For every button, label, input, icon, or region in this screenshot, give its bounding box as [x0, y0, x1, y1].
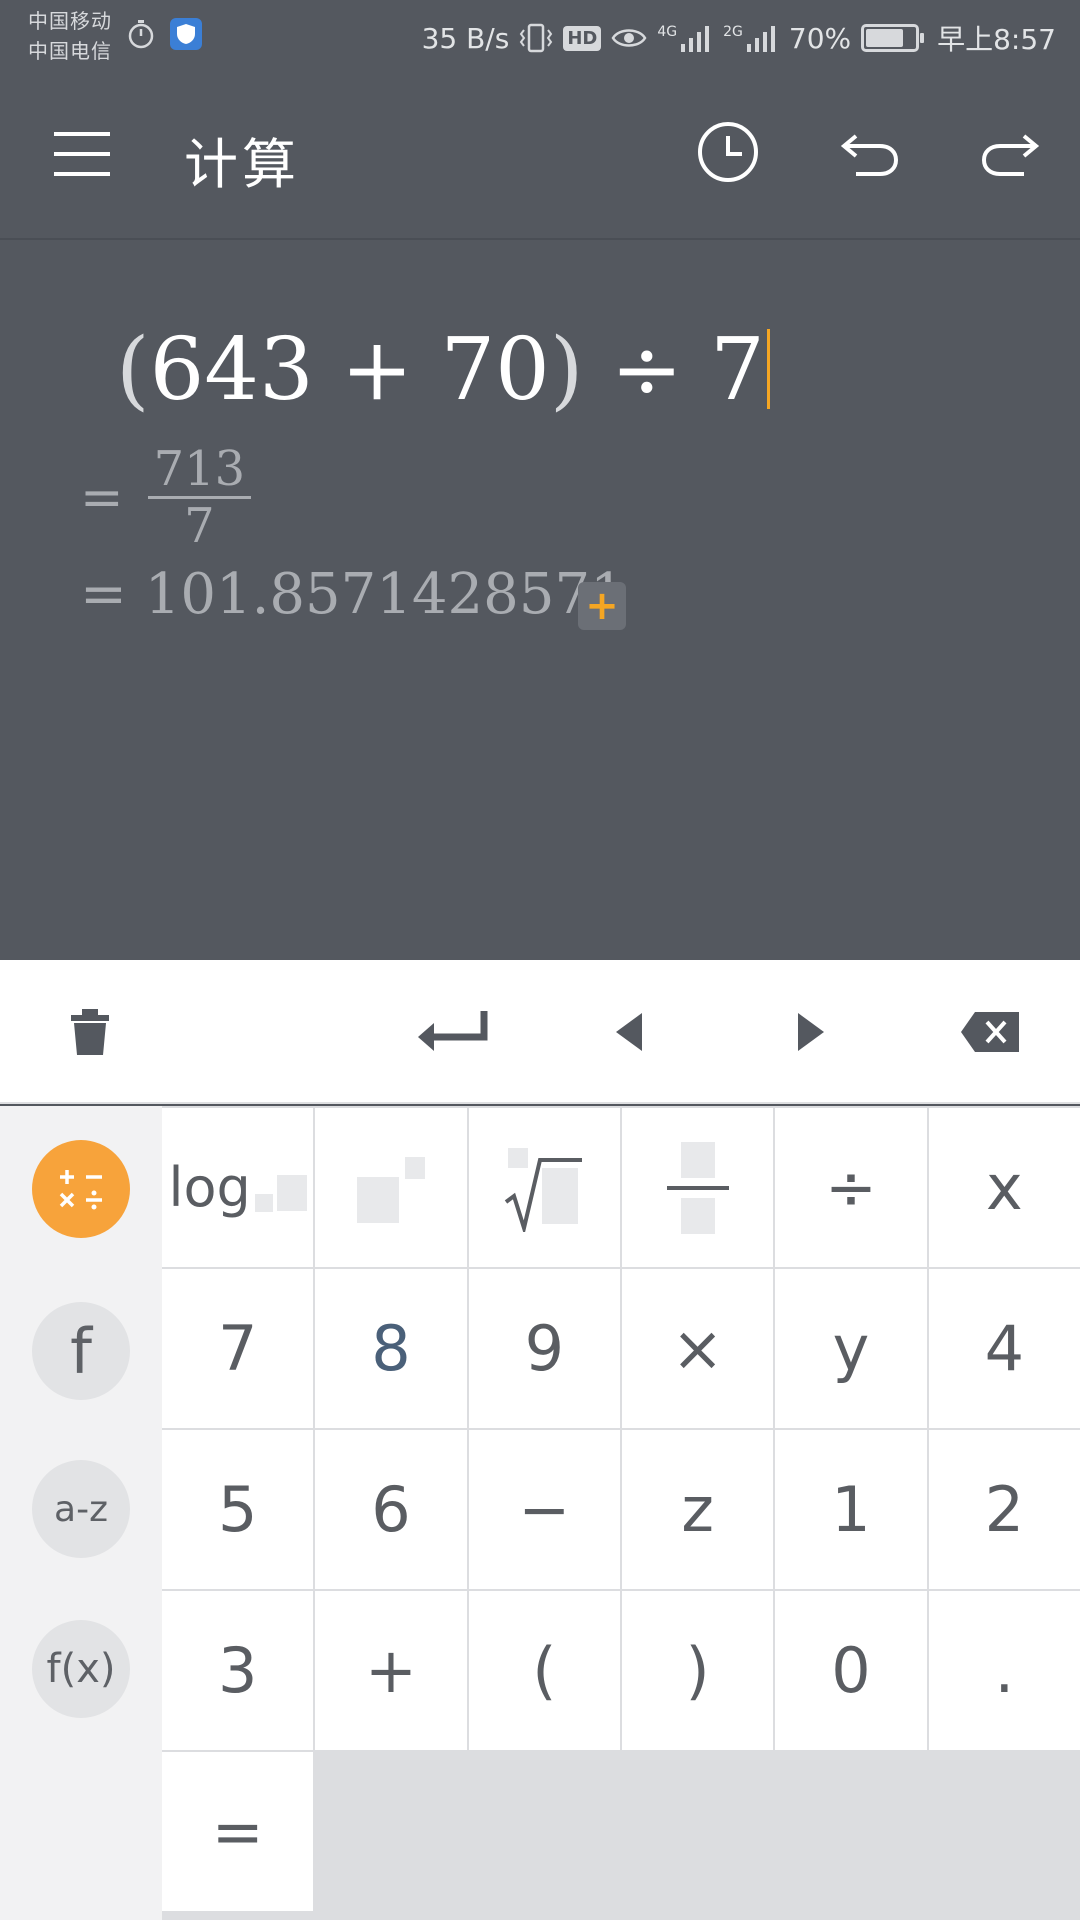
log-arg-placeholder	[276, 1174, 307, 1211]
x-key[interactable]: x	[928, 1108, 1080, 1267]
arithmetic-mode-button[interactable]	[32, 1140, 130, 1238]
hd-badge: HD	[563, 25, 602, 51]
four-key[interactable]: 4	[928, 1269, 1080, 1428]
log-base-placeholder	[254, 1193, 273, 1212]
carrier-info: 中国移动 中国电信	[28, 6, 112, 66]
divide-key[interactable]: ÷	[775, 1108, 927, 1267]
fraction-result: = 713 7	[80, 442, 252, 554]
status-left-icons	[126, 18, 202, 50]
arithmetic-mode-icon	[59, 1170, 102, 1210]
mode-sidebar: f a-z f(x)	[0, 1106, 162, 1920]
cursor-left-icon[interactable]	[590, 1000, 670, 1064]
trash-icon[interactable]	[50, 1000, 130, 1064]
expression-display[interactable]: (643 + 70) ÷ 7 = 713 7 = 101.8571428571 …	[0, 242, 1080, 960]
plus-key[interactable]: +	[315, 1591, 467, 1750]
carrier-1: 中国移动	[28, 9, 112, 33]
multiply-key[interactable]: ×	[621, 1269, 774, 1428]
menu-icon[interactable]	[54, 128, 112, 178]
cursor-right-icon[interactable]	[770, 1000, 850, 1064]
two-key[interactable]: 2	[928, 1430, 1080, 1589]
expression-input[interactable]: (643 + 70) ÷ 7	[116, 320, 770, 420]
signal-4g: 4G	[657, 24, 713, 52]
page-title: 计算	[184, 133, 300, 196]
status-right: 35 B/s HD 4G 2G 70% 早上8:57	[422, 18, 1056, 58]
keypad: f a-z f(x) log ÷ x 7 8 9 × y 4 5 6 − z 1…	[0, 1106, 1080, 1920]
signal-icon	[746, 26, 775, 52]
net-type-2: 2G	[723, 24, 743, 40]
fraction-key[interactable]	[621, 1108, 774, 1267]
stopwatch-icon	[128, 20, 154, 49]
decimal-result: = 101.8571428571	[80, 562, 626, 627]
app-toolbar: 计算	[0, 72, 1080, 240]
five-key[interactable]: 5	[162, 1430, 314, 1589]
net-speed: 35 B/s	[421, 21, 510, 55]
vibrate-icon	[520, 23, 553, 53]
open-paren: (	[116, 320, 150, 420]
fraction: 713 7	[147, 442, 252, 554]
letters-mode-button[interactable]: a-z	[32, 1460, 130, 1558]
power-exp-placeholder	[404, 1156, 425, 1179]
expression-tail: ÷ 7	[583, 320, 765, 420]
text-cursor	[766, 329, 770, 409]
minus-key[interactable]: −	[468, 1430, 620, 1589]
expression-body: 643 + 70	[149, 320, 550, 420]
log-key-label: log	[168, 1156, 251, 1219]
log-key[interactable]: log	[162, 1108, 314, 1267]
fx-mode-button[interactable]: f(x)	[32, 1620, 130, 1718]
open-paren-key[interactable]: (	[468, 1591, 620, 1750]
fraction-icon	[666, 1141, 729, 1234]
undo-icon[interactable]	[836, 118, 904, 186]
fraction-denominator: 7	[184, 498, 215, 554]
signal-2g: 2G	[723, 24, 779, 52]
equals-key[interactable]: =	[162, 1752, 314, 1911]
power-base-placeholder	[356, 1176, 399, 1223]
decimal-key[interactable]: .	[928, 1591, 1080, 1750]
zero-key[interactable]: 0	[775, 1591, 927, 1750]
enter-icon[interactable]	[410, 1000, 490, 1064]
battery-percent: 70%	[788, 21, 852, 55]
nine-key[interactable]: 9	[468, 1269, 620, 1428]
add-result-button[interactable]: +	[578, 582, 626, 630]
six-key[interactable]: 6	[315, 1430, 467, 1589]
power-key[interactable]	[315, 1108, 467, 1267]
backspace-icon[interactable]	[950, 1000, 1030, 1064]
keyboard-tools-row	[0, 960, 1080, 1104]
key-grid: log ÷ x 7 8 9 × y 4 5 6 − z 1 2 3 + () …	[162, 1106, 1080, 1920]
close-paren-key[interactable]: )	[621, 1591, 774, 1750]
status-bar: 中国移动 中国电信 35 B/s HD 4G 2G 70% 早上8:57	[0, 0, 1080, 72]
shield-icon	[170, 18, 202, 50]
net-type-1: 4G	[657, 24, 678, 40]
equals-sign: =	[80, 467, 124, 528]
carrier-2: 中国电信	[28, 39, 112, 63]
z-key[interactable]: z	[621, 1430, 774, 1589]
eight-key[interactable]: 8	[315, 1269, 467, 1428]
one-key[interactable]: 1	[775, 1430, 927, 1589]
signal-icon	[681, 26, 710, 52]
seven-key[interactable]: 7	[162, 1269, 314, 1428]
three-key[interactable]: 3	[162, 1591, 314, 1750]
battery-icon	[861, 24, 925, 52]
close-paren: )	[549, 320, 584, 420]
redo-icon[interactable]	[976, 118, 1044, 186]
history-icon[interactable]	[694, 118, 762, 186]
eye-icon	[611, 29, 647, 47]
fraction-numerator: 713	[147, 442, 252, 499]
root-icon	[505, 1147, 583, 1232]
clock: 早上8:57	[937, 23, 1056, 56]
root-key[interactable]	[468, 1108, 620, 1267]
function-mode-button[interactable]: f	[32, 1302, 130, 1400]
y-key[interactable]: y	[775, 1269, 927, 1428]
